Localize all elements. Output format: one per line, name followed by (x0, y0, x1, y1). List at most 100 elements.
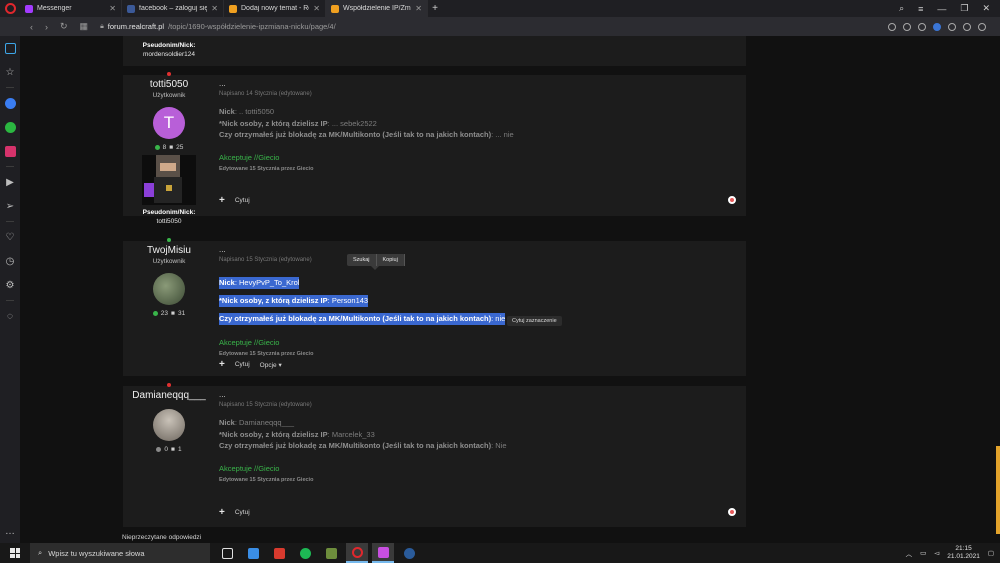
plus-icon[interactable]: + (219, 195, 225, 206)
snapshot-icon[interactable] (918, 22, 926, 31)
quote-button[interactable]: Cytuj (235, 197, 250, 204)
post-count: 25 (176, 144, 184, 151)
messenger-taskbar-icon[interactable] (372, 543, 394, 563)
back-icon[interactable]: ‹ (30, 22, 33, 32)
weather-app-icon[interactable] (242, 543, 264, 563)
plus-icon[interactable]: + (219, 359, 225, 370)
unread-replies-link[interactable]: Nieprzeczytane odpowiedzi (122, 534, 201, 541)
form-line-ban: Czy otrzymałeś już blokadę za MK/Multiko… (219, 130, 514, 139)
post-actions: + Cytuj Opcje ▾ (219, 359, 282, 370)
edited-note: Edytowane 15 Stycznia przez Giecio (219, 351, 314, 357)
popup-copy-button[interactable]: Kopiuj (377, 254, 405, 266)
plus-icon[interactable]: + (219, 507, 225, 518)
search-icon[interactable] (888, 22, 896, 31)
network-icon[interactable]: ▭ (920, 549, 926, 557)
home-icon[interactable] (0, 36, 20, 60)
tab-dodaj-temat[interactable]: Dodaj nowy temat - RealCr ✕ (224, 0, 326, 17)
username[interactable]: totti5050 (123, 79, 215, 90)
post-date[interactable]: Napisano 14 Stycznia (edytowane) (219, 91, 739, 97)
tab-menu-icon[interactable]: ≡ (918, 4, 923, 14)
pdf-app-icon[interactable] (268, 543, 290, 563)
report-icon[interactable] (728, 508, 736, 516)
volume-icon[interactable]: ◅ (934, 549, 939, 557)
search-tabs-icon[interactable]: ⌕ (899, 3, 904, 14)
search-placeholder: Wpisz tu wyszukiwane słowa (48, 548, 145, 558)
messenger-icon (25, 4, 33, 13)
player-icon[interactable]: ▶ (0, 170, 20, 194)
url-path: /topic/1690-współdzielenie-ipzmiana-nick… (168, 22, 336, 31)
close-window-icon[interactable]: ✕ (982, 3, 990, 14)
offline-indicator (167, 72, 171, 76)
steam-icon[interactable] (398, 543, 420, 563)
download-icon[interactable] (963, 22, 971, 31)
options-dropdown[interactable]: Opcje ▾ (260, 361, 282, 369)
task-view-icon[interactable] (216, 543, 238, 563)
taskbar-search[interactable]: ⌕ Wpisz tu wyszukiwane słowa (30, 543, 210, 563)
settings-icon[interactable]: ⚙ (0, 273, 20, 297)
tab-facebook[interactable]: facebook – zaloguj się lub ✕ (122, 0, 224, 17)
reputation-icon (156, 447, 162, 452)
previous-post-fragment: Pseudonim/Nick: mordensoldier124 (123, 36, 746, 66)
tab-messenger[interactable]: Messenger ✕ (20, 0, 122, 17)
clock[interactable]: 21:15 21.01.2021 (947, 545, 980, 561)
opera-sidebar: ☆ ▶ ➢ ♡ ◷ ⚙ ◌ … (0, 36, 20, 543)
minimize-icon[interactable]: — (937, 4, 946, 14)
reload-icon[interactable]: ↻ (60, 21, 68, 32)
avatar[interactable] (153, 273, 185, 305)
post-count: 31 (177, 310, 186, 317)
post-ellipsis: ... (219, 245, 226, 254)
close-tab-icon[interactable]: ✕ (415, 4, 422, 13)
pseudo-label: Pseudonim/Nick: (142, 209, 196, 216)
form-line-ban: Czy otrzymałeś już blokadę za MK/Multiko… (219, 441, 507, 450)
lock-icon: 🔒︎ (100, 22, 104, 30)
messenger-icon[interactable] (0, 91, 20, 115)
whatsapp-icon[interactable] (0, 115, 20, 139)
minecraft-icon[interactable] (320, 543, 342, 563)
tab-title: facebook – zaloguj się lub (139, 5, 207, 12)
post-actions: + Cytuj (219, 195, 250, 206)
popup-search-button[interactable]: Szukaj (347, 254, 377, 266)
camera-icon[interactable] (903, 22, 911, 31)
quote-selection-tooltip[interactable]: Cytuj zaznaczenie (507, 316, 562, 326)
send-icon[interactable]: ➢ (0, 194, 20, 218)
windows-start-icon[interactable] (0, 548, 30, 558)
scroll-indicator[interactable] (996, 446, 1000, 534)
quote-button[interactable]: Cytuj (235, 361, 250, 368)
edited-note: Edytowane 15 Stycznia przez Giecio (219, 165, 314, 172)
vpn-shield-icon[interactable] (933, 22, 941, 31)
tab-title: Współdzielenie IP/Zmiana (343, 5, 411, 12)
heart-icon[interactable]: ♡ (0, 225, 20, 249)
tray-expand-icon[interactable]: ︿ (906, 548, 913, 558)
post-date[interactable]: Napisano 15 Stycznia (edytowane) (219, 402, 739, 408)
more-icon[interactable]: … (0, 519, 20, 543)
close-tab-icon[interactable]: ✕ (313, 4, 320, 13)
post-date[interactable]: Napisano 15 Stycznia (edytowane) (219, 257, 739, 263)
close-tab-icon[interactable]: ✕ (109, 4, 116, 13)
windows-taskbar: ⌕ Wpisz tu wyszukiwane słowa ︿ ▭ ◅ 21:15… (0, 543, 1000, 563)
speed-dial-icon[interactable]: ▦ (80, 21, 89, 32)
form-line-shared-ip: *Nick osoby, z którą dzielisz IP: ... se… (219, 118, 377, 128)
notifications-icon[interactable]: ▢ (988, 549, 994, 557)
heart-icon[interactable] (948, 22, 956, 31)
star-icon[interactable]: ☆ (0, 60, 20, 84)
quote-button[interactable]: Cytuj (235, 509, 250, 516)
forward-icon[interactable]: › (45, 22, 48, 32)
close-tab-icon[interactable]: ✕ (211, 4, 218, 13)
tab-wspoldzielenie[interactable]: Współdzielenie IP/Zmiana ✕ (326, 0, 428, 17)
realcraft-icon (331, 4, 339, 13)
new-tab-button[interactable]: + (428, 0, 442, 17)
username[interactable]: Damianeqqq___ (123, 390, 215, 401)
settings-icon[interactable] (978, 22, 986, 31)
history-icon[interactable]: ◷ (0, 249, 20, 273)
lightbulb-icon[interactable]: ◌ (0, 304, 20, 328)
instagram-icon[interactable] (0, 139, 20, 163)
spotify-icon[interactable] (294, 543, 316, 563)
url-field[interactable]: 🔒︎ forum.realcraft.pl/topic/1690-współdz… (100, 22, 336, 31)
avatar[interactable] (153, 409, 185, 441)
opera-taskbar-icon[interactable] (346, 543, 368, 563)
opera-logo-icon[interactable] (0, 0, 20, 17)
report-icon[interactable] (728, 196, 736, 204)
avatar[interactable]: T (153, 107, 185, 139)
username[interactable]: TwojMisiu (123, 245, 215, 256)
restore-icon[interactable]: ❐ (960, 3, 968, 14)
